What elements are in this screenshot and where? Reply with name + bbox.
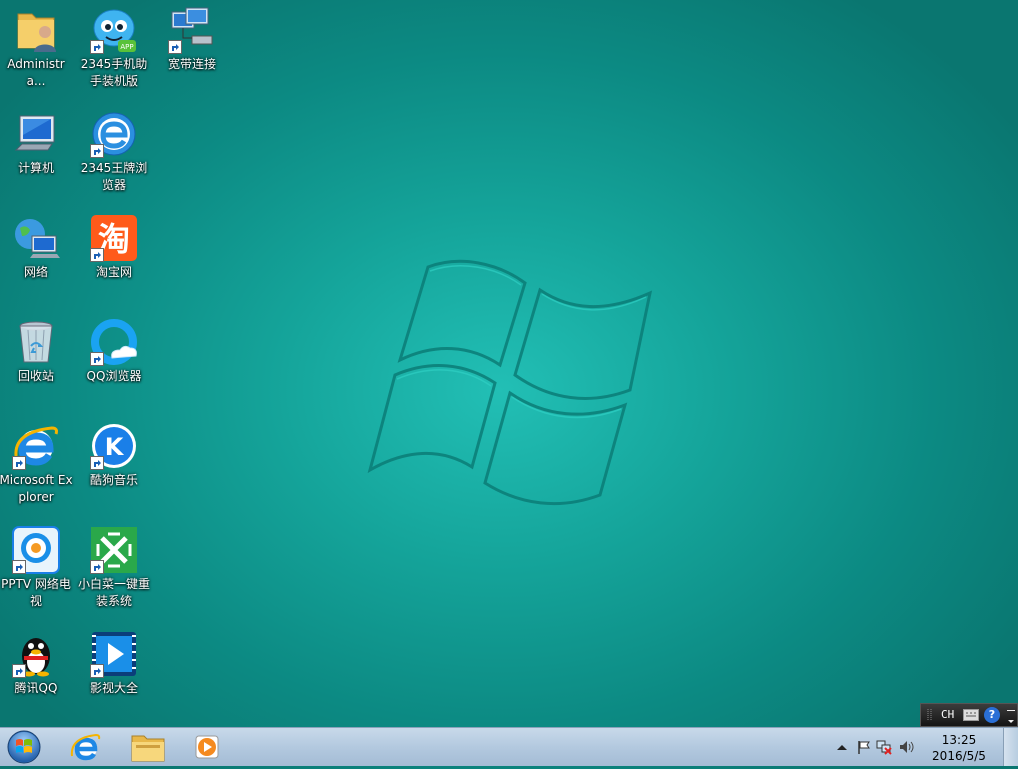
desktop-icon-label: 影视大全 (89, 681, 138, 695)
shortcut-arrow-icon (12, 456, 26, 470)
windows-start-orb-icon (7, 730, 41, 764)
shortcut-arrow-icon (90, 664, 104, 678)
2345-phone-assistant-icon: APP (90, 6, 138, 54)
start-button[interactable] (3, 729, 45, 765)
user-folder-icon (12, 6, 60, 54)
shortcut-arrow-icon (168, 40, 182, 54)
language-bar[interactable]: CH ? (920, 703, 1018, 727)
network-globe-icon (12, 214, 60, 262)
desktop-icon-label: Microsoft Explorer (0, 473, 73, 504)
taskbar-internet-explorer[interactable] (60, 730, 112, 764)
desktop-icon-label: 淘宝网 (95, 265, 132, 279)
drag-handle-icon[interactable] (926, 707, 934, 723)
taobao-icon: 淘 (90, 214, 138, 262)
desktop-icon-label: 腾讯QQ (14, 681, 58, 695)
2345-browser-icon (90, 110, 138, 158)
desktop-icon-label: 宽带连接 (167, 57, 216, 71)
desktop-icon-label: PPTV 网络电视 (1, 577, 71, 608)
internet-explorer-icon (70, 733, 101, 761)
show-desktop-button[interactable] (1003, 728, 1018, 766)
shortcut-arrow-icon (90, 560, 104, 574)
desktop-icon-taobao[interactable]: 淘 淘宝网 (76, 210, 152, 281)
kugou-glyph: K (105, 433, 125, 461)
taskbar: 13:25 2016/5/5 (0, 727, 1018, 766)
recycle-bin-icon (12, 318, 60, 366)
taskbar-media-player[interactable] (182, 730, 234, 764)
desktop-icon-administrator[interactable]: Administra... (0, 2, 74, 90)
shortcut-arrow-icon (12, 560, 26, 574)
desktop-icon-network[interactable]: 网络 (0, 210, 74, 281)
desktop-icon-label: 计算机 (17, 161, 54, 175)
computer-icon (12, 110, 60, 158)
clock[interactable]: 13:25 2016/5/5 (924, 732, 994, 764)
desktop-icon-label: QQ浏览器 (86, 369, 142, 383)
desktop-icon-label: 2345王牌浏览器 (80, 161, 148, 192)
qq-browser-icon (90, 318, 138, 366)
taskbar-windows-explorer[interactable] (122, 730, 174, 764)
minimize-language-bar-icon[interactable] (1006, 708, 1016, 724)
action-center-flag-icon[interactable] (856, 739, 872, 755)
pptv-icon (12, 526, 60, 574)
desktop-icon-microsoft-explorer[interactable]: Microsoft Explorer (0, 418, 74, 506)
desktop-icon-broadband[interactable]: 宽带连接 (154, 2, 230, 73)
desktop-icon-video-hub[interactable]: 影视大全 (76, 626, 152, 697)
desktop-icon-label: 小白菜一键重装系统 (77, 577, 150, 608)
folder-icon (131, 735, 165, 762)
shortcut-arrow-icon (90, 248, 104, 262)
desktop-icon-computer[interactable]: 计算机 (0, 106, 74, 177)
desktop-icon-recycle-bin[interactable]: 回收站 (0, 314, 74, 385)
shortcut-arrow-icon (90, 456, 104, 470)
desktop-icon-xiaobaicai[interactable]: 小白菜一键重装系统 (76, 522, 152, 610)
desktop-icon-label: 2345手机助手装机版 (80, 57, 148, 88)
media-player-icon (195, 735, 219, 759)
desktop-icon-pptv[interactable]: PPTV 网络电视 (0, 522, 74, 610)
desktop-icon-2345-browser[interactable]: 2345王牌浏览器 (76, 106, 152, 194)
wallpaper-windows-logo (367, 259, 653, 506)
network-connection-icon (168, 6, 216, 54)
shortcut-arrow-icon (90, 352, 104, 366)
clock-time: 13:25 (941, 733, 977, 747)
xiaobaicai-icon (90, 526, 138, 574)
language-indicator[interactable]: CH (941, 708, 954, 721)
shortcut-arrow-icon (90, 144, 104, 158)
desktop-icon-label: 网络 (23, 265, 48, 279)
show-hidden-icons-icon[interactable] (834, 739, 850, 755)
desktop-icon-label: Administra... (7, 57, 65, 88)
app-badge-text: APP (120, 43, 133, 51)
clock-date: 2016/5/5 (932, 749, 986, 763)
keyboard-icon[interactable] (963, 709, 979, 721)
video-player-icon (90, 630, 138, 678)
kugou-music-icon: K (90, 422, 138, 470)
notification-area: 13:25 2016/5/5 (828, 728, 1018, 766)
volume-icon[interactable] (898, 739, 914, 755)
internet-explorer-icon (12, 422, 60, 470)
network-status-icon[interactable] (876, 739, 892, 755)
desktop-icon-tencent-qq[interactable]: 腾讯QQ (0, 626, 74, 697)
qq-penguin-icon (12, 630, 60, 678)
desktop-icon-label: 回收站 (17, 369, 54, 383)
desktop-icon-2345-phone-assistant[interactable]: APP 2345手机助手装机版 (76, 2, 152, 90)
desktop-icon-kugou-music[interactable]: K 酷狗音乐 (76, 418, 152, 489)
shortcut-arrow-icon (12, 664, 26, 678)
help-icon[interactable]: ? (984, 707, 1000, 723)
desktop-icon-label: 酷狗音乐 (89, 473, 138, 487)
desktop-icon-qq-browser[interactable]: QQ浏览器 (76, 314, 152, 385)
shortcut-arrow-icon (90, 40, 104, 54)
